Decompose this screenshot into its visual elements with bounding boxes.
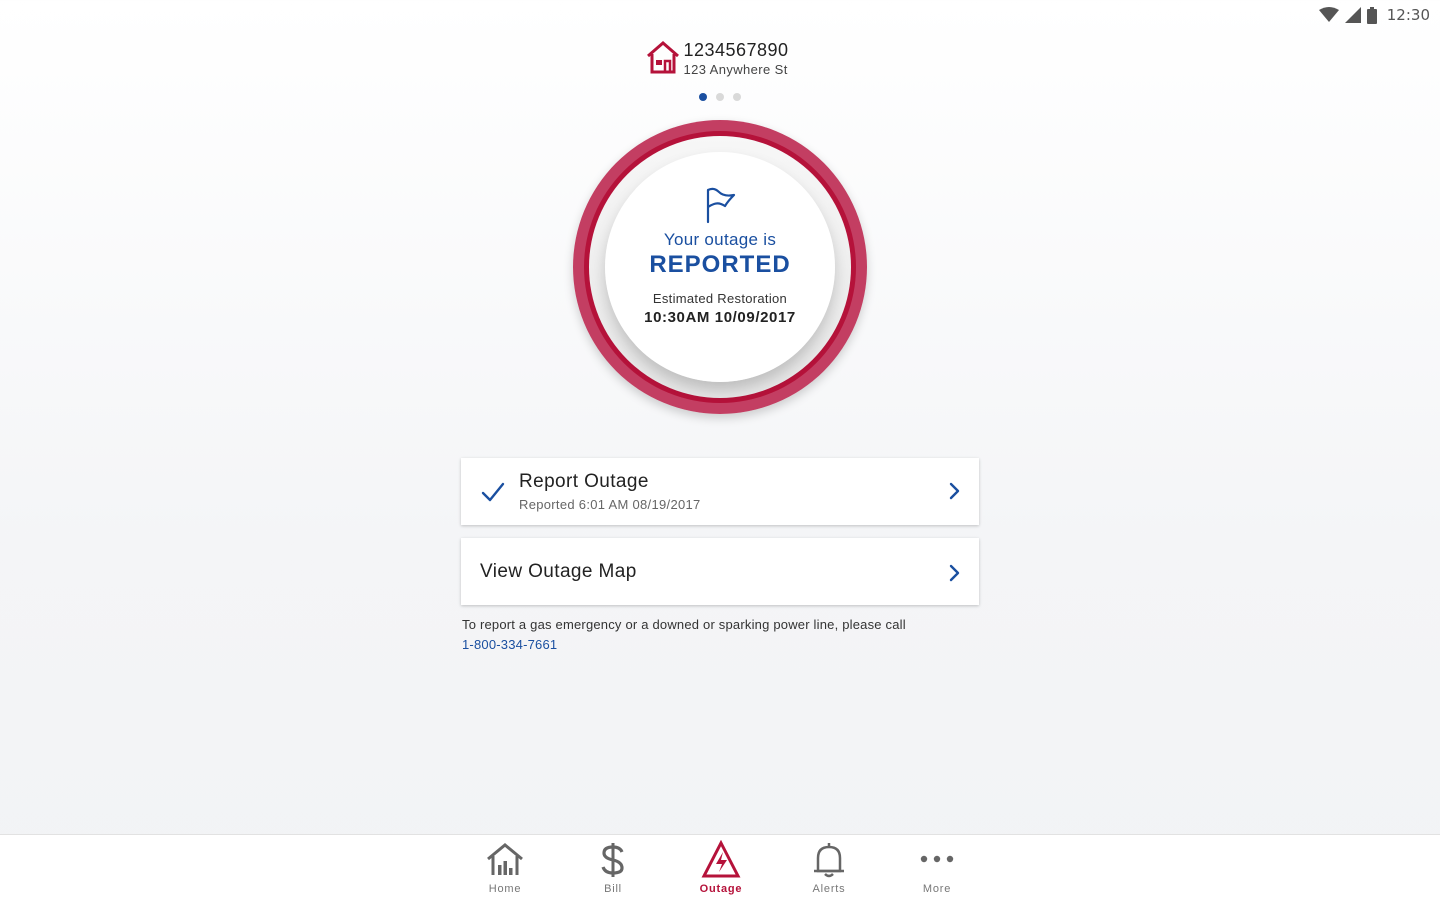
emergency-phone-link[interactable]: 1-800-334-7661	[462, 635, 982, 655]
more-icon	[920, 855, 954, 863]
chevron-right-icon	[949, 482, 960, 500]
flag-icon	[706, 187, 736, 224]
report-outage-card[interactable]: Report Outage Reported 6:01 AM 08/19/201…	[461, 458, 979, 525]
emergency-note: To report a gas emergency or a downed or…	[462, 615, 982, 655]
home-icon	[487, 843, 523, 875]
nav-item-more[interactable]: More	[887, 835, 987, 900]
account-selector[interactable]: 1234567890 123 Anywhere St	[645, 38, 788, 78]
restoration-value: 10:30AM 10/09/2017	[644, 309, 796, 326]
nav-item-outage[interactable]: Outage	[671, 835, 771, 900]
restoration-label: Estimated Restoration	[652, 291, 788, 306]
signal-icon	[1344, 7, 1361, 23]
report-outage-subtitle: Reported 6:01 AM 08/19/2017	[519, 497, 701, 512]
nav-label-bill: Bill	[604, 883, 622, 895]
account-number: 1234567890	[683, 40, 789, 60]
nav-item-bill[interactable]: Bill	[563, 835, 663, 900]
outage-status-face: Your outage is REPORTED Estimated Restor…	[605, 152, 835, 382]
page-dot-1[interactable]	[699, 93, 707, 101]
nav-label-alerts: Alerts	[812, 883, 846, 895]
house-icon	[647, 41, 680, 74]
nav-label-home: Home	[488, 883, 522, 895]
nav-label-outage: Outage	[699, 883, 743, 895]
wifi-icon	[1318, 7, 1339, 22]
page-dot-2[interactable]	[716, 93, 724, 101]
nav-item-home[interactable]: Home	[455, 835, 555, 900]
account-header: 1234567890 123 Anywhere St	[0, 38, 1440, 78]
bottom-nav: Home Bill Outage Alerts More	[0, 834, 1440, 900]
battery-icon	[1366, 6, 1377, 24]
view-outage-map-title: View Outage Map	[480, 560, 637, 582]
dollar-icon	[601, 843, 624, 877]
page-dot-3[interactable]	[733, 93, 741, 101]
status-time: 12:30	[1386, 6, 1430, 24]
check-icon	[481, 482, 505, 501]
nav-item-alerts[interactable]: Alerts	[779, 835, 879, 900]
emergency-text: To report a gas emergency or a downed or…	[462, 617, 906, 632]
account-address: 123 Anywhere St	[683, 62, 788, 77]
view-outage-map-card[interactable]: View Outage Map	[461, 538, 979, 605]
bell-icon	[814, 843, 844, 878]
outage-status-caption: Your outage is	[663, 230, 777, 249]
outage-icon	[701, 840, 741, 878]
outage-status-ring: Your outage is REPORTED Estimated Restor…	[573, 120, 867, 414]
chevron-right-icon	[949, 564, 960, 582]
outage-status-value: REPORTED	[649, 251, 791, 278]
status-bar: 12:30	[1240, 0, 1440, 30]
report-outage-title: Report Outage	[519, 471, 649, 492]
page-indicator	[0, 93, 1440, 101]
nav-label-more: More	[922, 883, 952, 895]
